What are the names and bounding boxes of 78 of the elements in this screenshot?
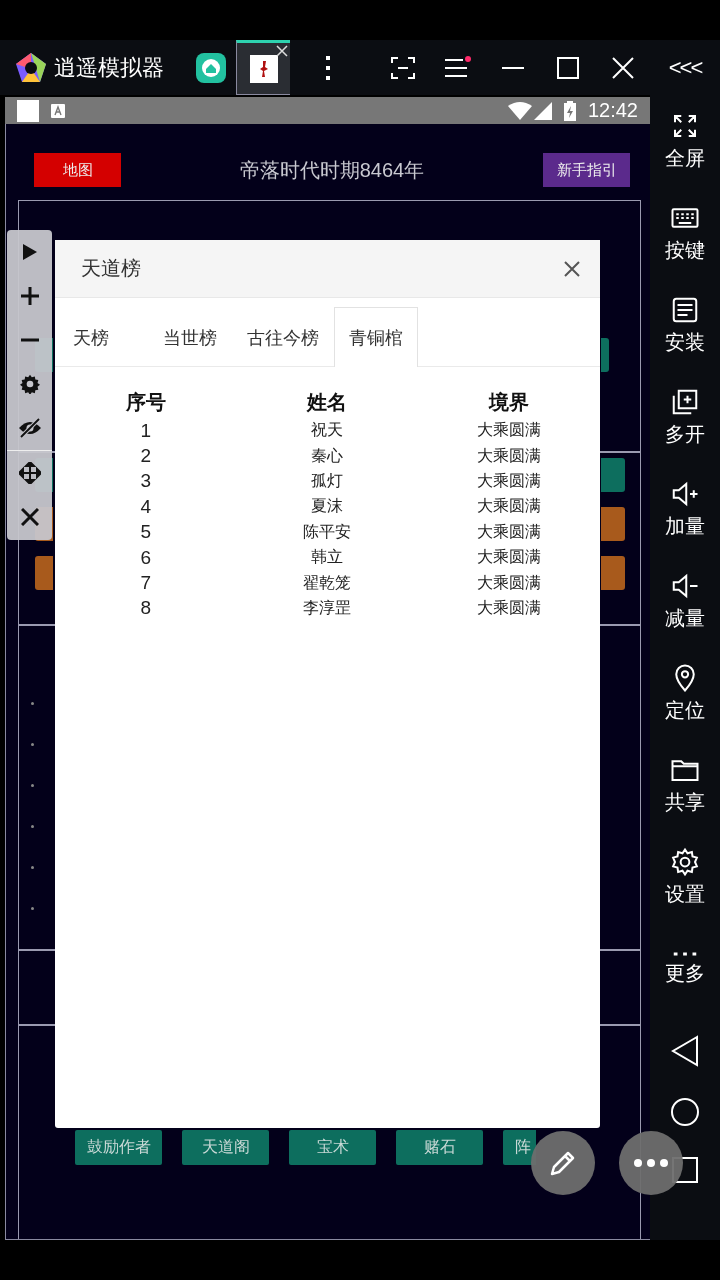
signal-icon [533, 101, 552, 120]
notification-icon [17, 99, 39, 122]
collapse-button[interactable]: <<< [650, 54, 720, 81]
tab[interactable]: 古往今榜 [232, 307, 334, 367]
sidebar-item[interactable]: 设置 [665, 831, 705, 923]
sidebar-item[interactable]: 共享 [665, 739, 705, 831]
menu-icon[interactable] [443, 55, 472, 80]
app-thumbnail-icon [249, 54, 278, 83]
table-cell-text: 7 [139, 571, 153, 596]
logo-icon [14, 50, 48, 85]
sidebar-item[interactable]: 按键 [665, 187, 705, 279]
app-name: 逍遥模拟器 [54, 53, 164, 82]
sidebar-item[interactable]: 全屏 [665, 95, 705, 187]
table-cell-text: 大乘圆满 [476, 470, 543, 491]
tab[interactable]: 当世榜 [148, 307, 232, 367]
clock: 12:42 [587, 99, 638, 122]
bullet-dot [31, 784, 34, 787]
close-icon[interactable] [564, 260, 580, 277]
table-cell-text: 8 [139, 596, 153, 621]
era-title: 帝落时代时期8464年 [238, 157, 426, 183]
bullet-dot [31, 825, 34, 828]
map-button[interactable]: 地图 [34, 153, 121, 187]
game-menu-button[interactable]: 天道阁 [182, 1130, 269, 1165]
tab[interactable]: 天榜 [58, 307, 148, 367]
table-cell-text: 大乘圆满 [476, 445, 543, 466]
keyboard-input-icon [51, 103, 65, 118]
game-menu-button[interactable]: 阵 [503, 1130, 536, 1165]
table-cell-text: 夏沫 [310, 496, 345, 517]
battery-icon [563, 100, 576, 121]
maximize-icon[interactable] [556, 56, 579, 79]
dialog-title: 天道榜 [81, 256, 142, 281]
column-header: 姓名 [305, 390, 349, 415]
back-icon[interactable] [671, 1035, 699, 1067]
home-app-icon [196, 52, 226, 83]
table-cell-text: 翟乾笼 [302, 572, 353, 593]
table-cell-text: 6 [139, 545, 153, 570]
minimize-icon[interactable] [501, 66, 524, 69]
game-menu-button[interactable]: 赌石 [396, 1130, 483, 1165]
wifi-icon [507, 101, 532, 120]
sidebar-item[interactable]: 定位 [665, 647, 705, 739]
table-cell-text: 大乘圆满 [476, 572, 543, 593]
table-cell-text: 大乘圆满 [476, 547, 543, 568]
column-header: 境界 [487, 390, 531, 415]
table-cell-text: 孤灯 [310, 470, 345, 491]
game-menu-button[interactable]: 宝术 [289, 1130, 376, 1165]
table-cell-text: 祝天 [310, 420, 345, 441]
table-cell-text: 5 [139, 520, 153, 545]
tab[interactable]: 青铜棺 [334, 307, 418, 367]
table-cell-text: 4 [139, 494, 153, 519]
bullet-dot [31, 743, 34, 746]
sidebar-item[interactable]: 多开 [665, 371, 705, 463]
settings-icon [670, 846, 700, 877]
sidebar-item[interactable]: 加量 [665, 463, 705, 555]
guide-button[interactable]: 新手指引 [543, 153, 630, 187]
table-cell-text: 大乘圆满 [476, 420, 543, 441]
more-icon [634, 1159, 668, 1167]
table-cell-text: 秦心 [310, 445, 345, 466]
table-cell-text: 大乘圆满 [476, 521, 543, 542]
table-cell-text: 李淳罡 [302, 597, 353, 618]
bullet-dot [31, 702, 34, 705]
bullet-dot [31, 866, 34, 869]
table-cell-text: 陈平安 [302, 521, 353, 542]
app-tab[interactable] [236, 40, 290, 95]
table-cell-text: 大乘圆满 [476, 597, 543, 618]
table-cell-text: 1 [139, 418, 153, 443]
bullet-dot [31, 907, 34, 910]
home-icon[interactable] [670, 1097, 700, 1127]
kebab-menu-icon[interactable] [324, 54, 331, 81]
game-menu-button[interactable]: 鼓励作者 [75, 1130, 162, 1165]
table-cell-text: 大乘圆满 [476, 496, 543, 517]
screenshot-icon[interactable] [390, 56, 415, 79]
sidebar-item[interactable]: 安装 [665, 279, 705, 371]
sidebar-item[interactable]: 减量 [665, 555, 705, 647]
table-cell-text: 3 [139, 469, 153, 494]
sidebar-item[interactable]: 更多 [665, 923, 705, 1015]
column-header: 序号 [124, 390, 167, 415]
table-cell-text: 2 [139, 444, 153, 469]
table-cell-text: 韩立 [310, 547, 345, 568]
